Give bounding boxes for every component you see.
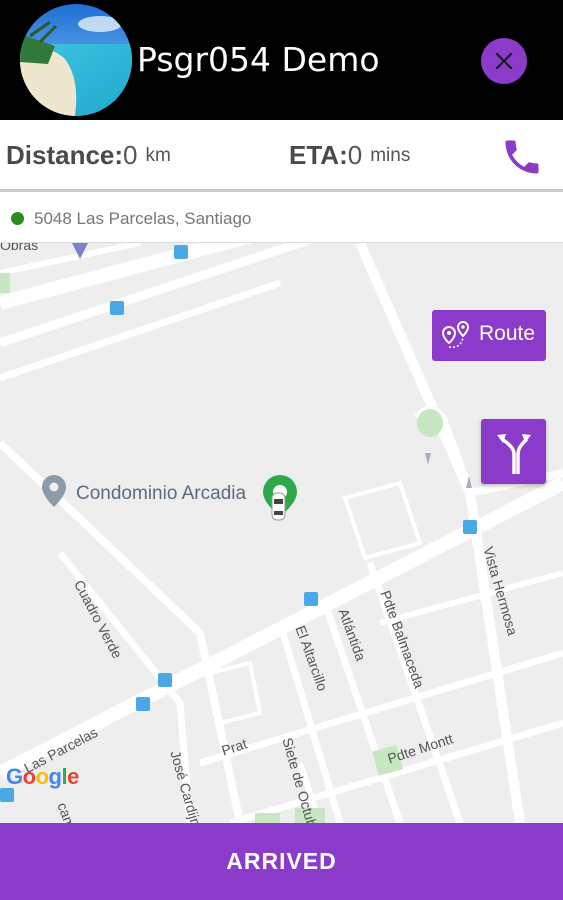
navigation-button[interactable] bbox=[481, 419, 546, 484]
poi-label: Condominio Arcadia bbox=[76, 483, 247, 504]
passenger-name: Psgr054 Demo bbox=[137, 40, 380, 79]
pickup-address-bar: 5048 Las Parcelas, Santiago bbox=[0, 195, 563, 243]
google-letter: G bbox=[6, 764, 23, 789]
route-button[interactable]: Route bbox=[432, 310, 546, 361]
route-label: Route bbox=[479, 322, 536, 345]
phone-icon bbox=[505, 140, 539, 174]
route-pins-icon bbox=[441, 321, 470, 349]
close-icon bbox=[495, 52, 513, 70]
beach-avatar-icon bbox=[20, 4, 132, 116]
street-label: Obras bbox=[0, 243, 39, 253]
call-button[interactable] bbox=[500, 135, 544, 179]
google-letter: g bbox=[48, 764, 62, 789]
header-bar: Psgr054 Demo bbox=[0, 0, 563, 120]
google-letter: o bbox=[35, 764, 49, 789]
eta-label: ETA: bbox=[289, 140, 348, 170]
distance-unit: km bbox=[145, 145, 171, 166]
distance-stat: Distance:0 km bbox=[6, 140, 171, 171]
passenger-avatar bbox=[20, 4, 132, 116]
eta-stat: ETA:0 mins bbox=[289, 140, 410, 171]
turn-split-icon bbox=[496, 433, 531, 474]
google-letter: e bbox=[67, 764, 79, 789]
arrived-button[interactable]: ARRIVED bbox=[0, 823, 563, 900]
close-button[interactable] bbox=[481, 38, 527, 84]
car-icon bbox=[271, 492, 286, 521]
location-dot-icon bbox=[11, 212, 24, 225]
google-letter: o bbox=[22, 764, 36, 789]
distance-label: Distance: bbox=[6, 140, 124, 170]
google-logo: Google bbox=[6, 764, 79, 790]
trip-stats-bar: Distance:0 km ETA:0 mins bbox=[0, 120, 563, 192]
distance-value: 0 bbox=[123, 140, 138, 170]
eta-unit: mins bbox=[370, 145, 411, 166]
pickup-address: 5048 Las Parcelas, Santiago bbox=[34, 209, 252, 228]
eta-value: 0 bbox=[347, 140, 363, 170]
